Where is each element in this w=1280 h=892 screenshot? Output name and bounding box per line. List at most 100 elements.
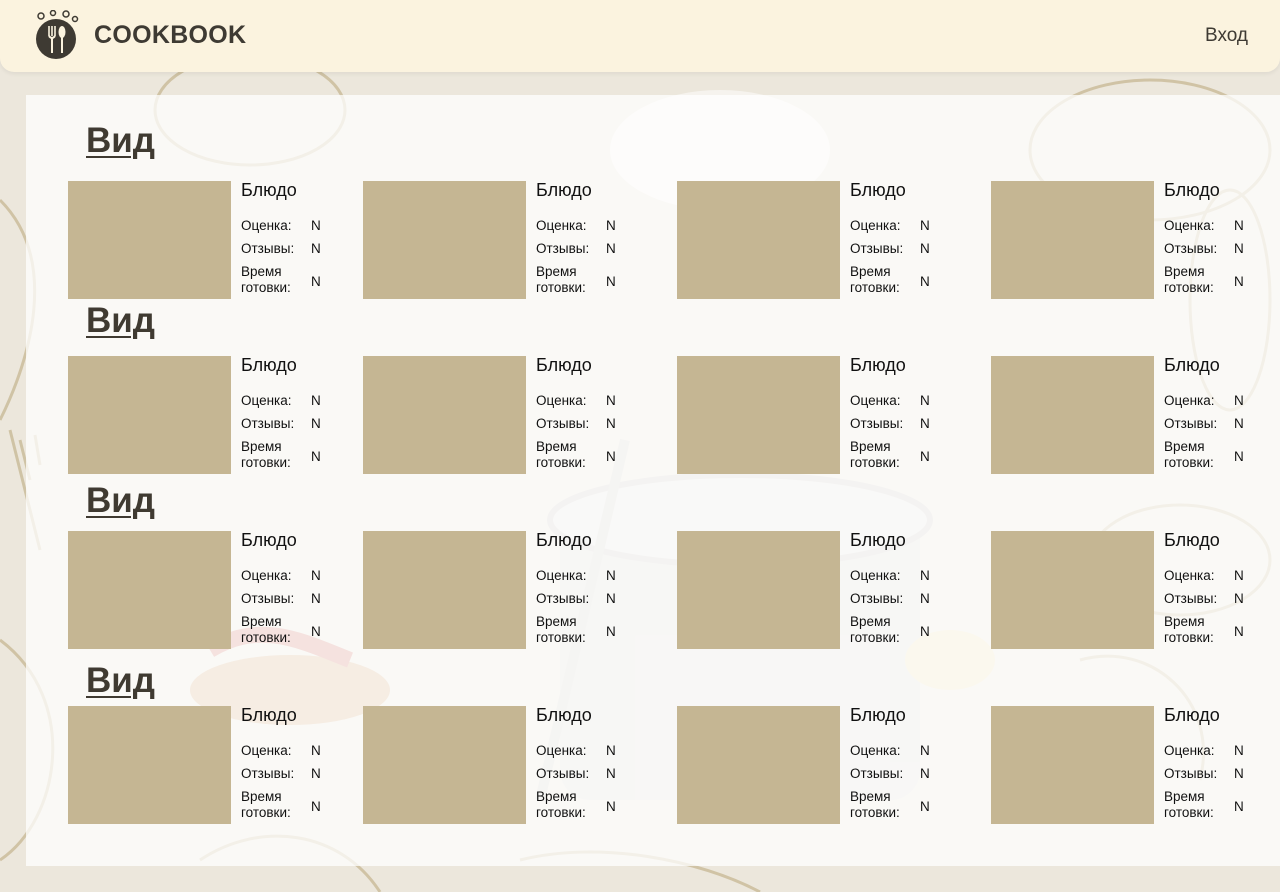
- recipe-card[interactable]: Блюдо Оценка: N Отзывы: N Время готовки:…: [363, 355, 653, 474]
- reviews-label: Отзывы:: [241, 241, 295, 256]
- recipe-card[interactable]: Блюдо Оценка: N Отзывы: N Время готовки:…: [68, 705, 358, 824]
- recipe-image-placeholder[interactable]: [991, 356, 1154, 474]
- dish-name[interactable]: Блюдо: [1164, 705, 1220, 726]
- recipe-card[interactable]: Блюдо Оценка: N Отзывы: N Время готовки:…: [991, 705, 1280, 824]
- cook-time-label: Время готовки:: [536, 789, 586, 821]
- reviews-value: N: [920, 591, 930, 606]
- recipe-card[interactable]: Блюдо Оценка: N Отзывы: N Время готовки:…: [677, 180, 967, 299]
- login-link[interactable]: Вход: [1205, 25, 1248, 47]
- reviews-value: N: [311, 766, 321, 781]
- cook-time-label: Время готовки:: [536, 439, 586, 471]
- recipe-image-placeholder[interactable]: [363, 356, 526, 474]
- cook-time-label-line1: Время: [241, 789, 282, 804]
- dish-name[interactable]: Блюдо: [850, 180, 906, 201]
- dish-name[interactable]: Блюдо: [241, 530, 297, 551]
- recipe-image-placeholder[interactable]: [991, 531, 1154, 649]
- recipe-card[interactable]: Блюдо Оценка: N Отзывы: N Время готовки:…: [677, 530, 967, 649]
- recipe-image-placeholder[interactable]: [68, 706, 231, 824]
- recipe-image-placeholder[interactable]: [677, 706, 840, 824]
- recipe-card[interactable]: Блюдо Оценка: N Отзывы: N Время готовки:…: [991, 180, 1280, 299]
- cook-time-value: N: [1234, 274, 1244, 289]
- recipe-card[interactable]: Блюдо Оценка: N Отзывы: N Время готовки:…: [363, 530, 653, 649]
- rating-value: N: [606, 568, 616, 583]
- cook-time-label: Время готовки:: [241, 789, 291, 821]
- recipe-image-placeholder[interactable]: [68, 181, 231, 299]
- recipe-image-placeholder[interactable]: [677, 181, 840, 299]
- rating-label: Оценка:: [1164, 743, 1215, 758]
- dish-name[interactable]: Блюдо: [850, 705, 906, 726]
- rating-label: Оценка:: [241, 568, 292, 583]
- rating-label: Оценка:: [1164, 568, 1215, 583]
- dish-name[interactable]: Блюдо: [1164, 180, 1220, 201]
- recipe-image-placeholder[interactable]: [68, 531, 231, 649]
- section-title: Вид: [86, 661, 156, 700]
- cook-time-label-line1: Время: [241, 614, 282, 629]
- recipe-card[interactable]: Блюдо Оценка: N Отзывы: N Время готовки:…: [991, 355, 1280, 474]
- recipe-card[interactable]: Блюдо Оценка: N Отзывы: N Время готовки:…: [68, 530, 358, 649]
- rating-label: Оценка:: [241, 218, 292, 233]
- cook-time-label-line2: готовки:: [1164, 455, 1214, 470]
- recipe-image-placeholder[interactable]: [677, 531, 840, 649]
- cook-time-label: Время готовки:: [536, 614, 586, 646]
- recipe-card[interactable]: Блюдо Оценка: N Отзывы: N Время готовки:…: [363, 180, 653, 299]
- fork-spoon-plate-icon[interactable]: [33, 9, 79, 60]
- dish-name[interactable]: Блюдо: [241, 180, 297, 201]
- rating-label: Оценка:: [850, 568, 901, 583]
- dish-name[interactable]: Блюдо: [241, 355, 297, 376]
- cook-time-label-line1: Время: [850, 789, 891, 804]
- recipe-image-placeholder[interactable]: [677, 356, 840, 474]
- rating-label: Оценка:: [1164, 393, 1215, 408]
- rating-value: N: [1234, 743, 1244, 758]
- cook-time-label: Время готовки:: [241, 614, 291, 646]
- dish-name[interactable]: Блюдо: [536, 355, 592, 376]
- rating-label: Оценка:: [536, 218, 587, 233]
- cook-time-value: N: [606, 449, 616, 464]
- dish-name[interactable]: Блюдо: [536, 530, 592, 551]
- cook-time-value: N: [920, 274, 930, 289]
- cook-time-label-line1: Время: [850, 439, 891, 454]
- reviews-value: N: [1234, 591, 1244, 606]
- brand-title[interactable]: COOKBOOK: [94, 21, 246, 50]
- dish-name[interactable]: Блюдо: [1164, 355, 1220, 376]
- recipe-card[interactable]: Блюдо Оценка: N Отзывы: N Время готовки:…: [68, 355, 358, 474]
- reviews-label: Отзывы:: [850, 591, 904, 606]
- cook-time-label-line2: готовки:: [1164, 805, 1214, 820]
- rating-label: Оценка:: [1164, 218, 1215, 233]
- reviews-label: Отзывы:: [536, 416, 590, 431]
- recipe-card[interactable]: Блюдо Оценка: N Отзывы: N Время готовки:…: [677, 705, 967, 824]
- cook-time-value: N: [1234, 799, 1244, 814]
- section-title: Вид: [86, 301, 156, 340]
- reviews-value: N: [311, 241, 321, 256]
- reviews-label: Отзывы:: [1164, 766, 1218, 781]
- recipe-image-placeholder[interactable]: [991, 181, 1154, 299]
- recipe-image-placeholder[interactable]: [363, 181, 526, 299]
- reviews-value: N: [606, 591, 616, 606]
- cook-time-label-line2: готовки:: [850, 805, 900, 820]
- rating-label: Оценка:: [850, 743, 901, 758]
- recipe-card[interactable]: Блюдо Оценка: N Отзывы: N Время готовки:…: [677, 355, 967, 474]
- cook-time-value: N: [920, 624, 930, 639]
- dish-name[interactable]: Блюдо: [1164, 530, 1220, 551]
- recipe-card[interactable]: Блюдо Оценка: N Отзывы: N Время готовки:…: [991, 530, 1280, 649]
- dish-name[interactable]: Блюдо: [850, 530, 906, 551]
- dish-name[interactable]: Блюдо: [536, 180, 592, 201]
- reviews-label: Отзывы:: [1164, 416, 1218, 431]
- cook-time-label-line1: Время: [1164, 264, 1205, 279]
- recipe-image-placeholder[interactable]: [68, 356, 231, 474]
- recipe-card[interactable]: Блюдо Оценка: N Отзывы: N Время готовки:…: [363, 705, 653, 824]
- recipe-image-placeholder[interactable]: [363, 531, 526, 649]
- recipe-card[interactable]: Блюдо Оценка: N Отзывы: N Время готовки:…: [68, 180, 358, 299]
- cook-time-label: Время готовки:: [1164, 264, 1214, 296]
- rating-value: N: [920, 568, 930, 583]
- recipe-image-placeholder[interactable]: [363, 706, 526, 824]
- dish-name[interactable]: Блюдо: [536, 705, 592, 726]
- dish-name[interactable]: Блюдо: [850, 355, 906, 376]
- cook-time-label-line1: Время: [536, 789, 577, 804]
- cook-time-label-line1: Время: [241, 264, 282, 279]
- section-title: Вид: [86, 121, 156, 160]
- rating-value: N: [606, 218, 616, 233]
- recipe-image-placeholder[interactable]: [991, 706, 1154, 824]
- reviews-value: N: [311, 591, 321, 606]
- reviews-value: N: [1234, 241, 1244, 256]
- dish-name[interactable]: Блюдо: [241, 705, 297, 726]
